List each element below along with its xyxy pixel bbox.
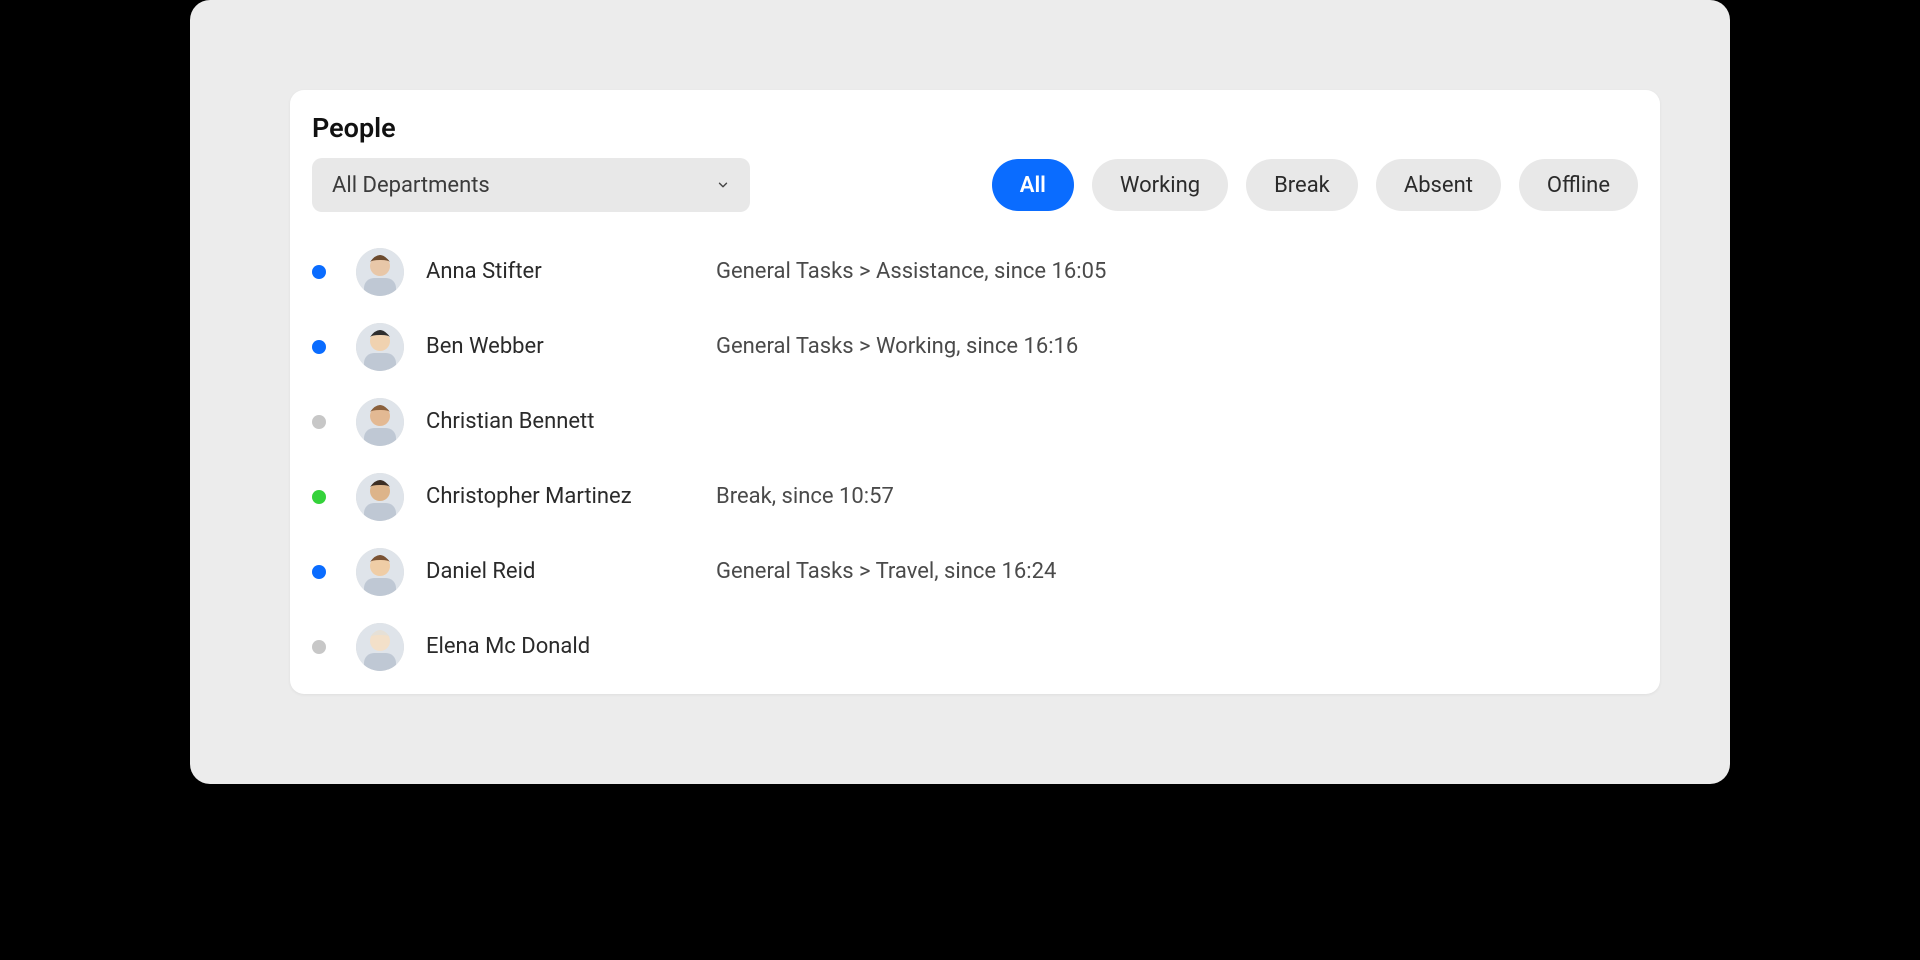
- status-dot: [312, 565, 326, 579]
- filter-offline[interactable]: Offline: [1519, 159, 1638, 211]
- filter-label: Working: [1120, 173, 1200, 198]
- people-list[interactable]: Anna StifterGeneral Tasks > Assistance, …: [290, 230, 1660, 694]
- people-card: People All Departments All Working Break Ab…: [290, 90, 1660, 694]
- avatar: [356, 623, 404, 671]
- status-dot: [312, 640, 326, 654]
- avatar: [356, 323, 404, 371]
- person-name: Elena Mc Donald: [426, 634, 716, 659]
- chevron-down-icon: [716, 178, 730, 192]
- status-dot: [312, 340, 326, 354]
- filter-break[interactable]: Break: [1246, 159, 1358, 211]
- filter-all[interactable]: All: [992, 159, 1074, 211]
- filter-working[interactable]: Working: [1092, 159, 1228, 211]
- filter-label: Break: [1274, 173, 1330, 198]
- filter-label: All: [1020, 173, 1046, 198]
- card-title: People: [290, 112, 1660, 158]
- controls-row: All Departments All Working Break Absent Off…: [290, 158, 1660, 230]
- filter-absent[interactable]: Absent: [1376, 159, 1501, 211]
- avatar: [356, 248, 404, 296]
- avatar: [356, 473, 404, 521]
- filter-group: All Working Break Absent Offline: [992, 159, 1638, 211]
- filter-label: Offline: [1547, 173, 1610, 198]
- person-status: General Tasks > Travel, since 16:24: [716, 559, 1650, 584]
- person-status: General Tasks > Working, since 16:16: [716, 334, 1650, 359]
- person-row[interactable]: Christopher MartinezBreak, since 10:57: [312, 459, 1650, 534]
- person-name: Daniel Reid: [426, 559, 716, 584]
- person-row[interactable]: Christian Bennett: [312, 384, 1650, 459]
- status-dot: [312, 265, 326, 279]
- person-row[interactable]: Elena Mc Donald: [312, 609, 1650, 684]
- status-dot: [312, 490, 326, 504]
- department-select-label: All Departments: [332, 173, 490, 198]
- filter-label: Absent: [1404, 173, 1473, 198]
- person-row[interactable]: Anna StifterGeneral Tasks > Assistance, …: [312, 234, 1650, 309]
- person-name: Christian Bennett: [426, 409, 716, 434]
- person-row[interactable]: Daniel ReidGeneral Tasks > Travel, since…: [312, 534, 1650, 609]
- department-select[interactable]: All Departments: [312, 158, 750, 212]
- person-status: Break, since 10:57: [716, 484, 1650, 509]
- person-name: Christopher Martinez: [426, 484, 716, 509]
- person-name: Anna Stifter: [426, 259, 716, 284]
- avatar: [356, 398, 404, 446]
- avatar: [356, 548, 404, 596]
- person-status: General Tasks > Assistance, since 16:05: [716, 259, 1650, 284]
- status-dot: [312, 415, 326, 429]
- person-row[interactable]: Ben WebberGeneral Tasks > Working, since…: [312, 309, 1650, 384]
- person-name: Ben Webber: [426, 334, 716, 359]
